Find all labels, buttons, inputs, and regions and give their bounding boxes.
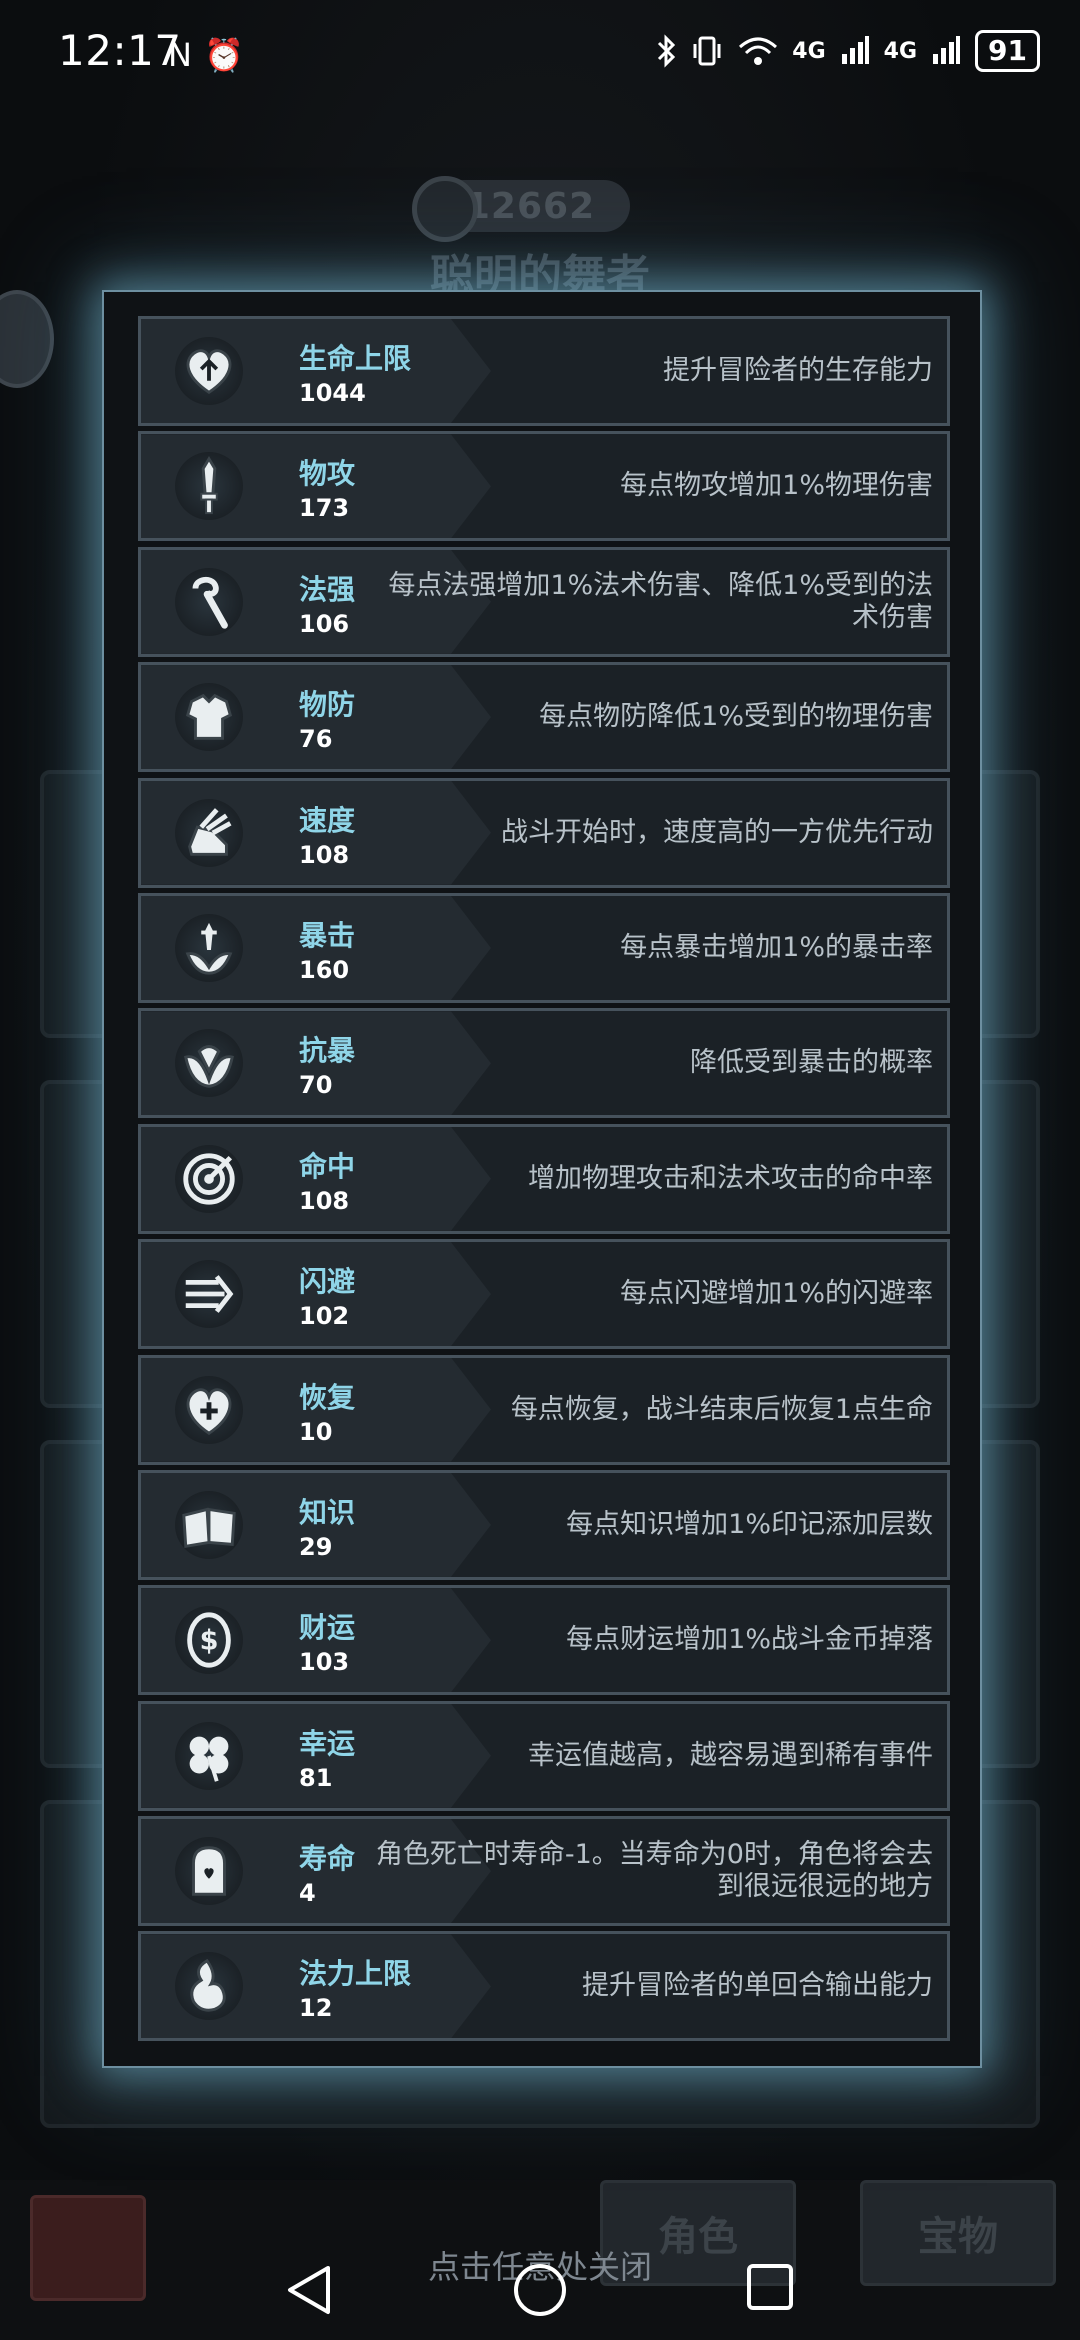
stat-description: 提升冒险者的单回合输出能力 [582,1970,933,2002]
stat-name: 幸运 [299,1726,356,1760]
stat-value: 12 [299,1994,333,2023]
stat-name: 财运 [299,1611,356,1645]
stat-name: 闪避 [299,1265,356,1299]
status-bar: 12:17 N ⏰ 4G 4G 91 [0,0,1080,104]
signal-bars-icon [933,36,961,64]
stat-description: 每点闪避增加1%的闪避率 [620,1278,933,1310]
status-left-icons: N ⏰ [168,36,244,74]
stat-name: 恢复 [299,1380,356,1414]
screen[interactable]: 12662 聪明的舞者 角色 宝物 12:17 N ⏰ 4G 4G 91 生命上… [0,0,1080,2340]
status-time: 12:17 [58,26,182,75]
stat-row: $ 财运 103 每点财运增加1%战斗金币掉落 [138,1585,950,1696]
heart-plus-icon [175,1375,243,1444]
battery-level: 91 [975,30,1040,72]
stat-row: 幸运 81 幸运值越高，越容易遇到稀有事件 [138,1700,950,1811]
tombstone-icon [175,1837,243,1906]
stat-name: 法强 [299,572,356,606]
target-icon [412,176,478,242]
alarm-icon: ⏰ [203,36,244,74]
stat-name: 寿命 [299,1842,356,1876]
armor-icon [175,683,243,752]
navigation-bar [0,2220,1080,2340]
stat-description: 每点暴击增加1%的暴击率 [620,931,933,963]
home-icon[interactable] [512,2262,568,2318]
background-score: 12662 [464,185,596,227]
svg-text:$: $ [200,1626,219,1657]
background-score-badge: 12662 [412,176,630,242]
attribute-modal: 生命上限 1044 提升冒险者的生存能力 物攻 173 每点物攻增加1%物理伤害 法强 106… [102,290,982,2068]
winged-boot-icon [175,798,243,867]
stat-description: 每点知识增加1%印记添加层数 [566,1508,933,1540]
signal-bars-icon [841,36,869,64]
book-icon [175,1490,243,1559]
stat-row: 知识 29 每点知识增加1%印记添加层数 [138,1469,950,1580]
stat-name: 抗暴 [299,1034,356,1068]
stat-value: 81 [299,1763,333,1792]
stat-row: 物防 76 每点物防降低1%受到的物理伤害 [138,662,950,773]
stat-row: 寿命 4 角色死亡时寿命-1。当寿命为0时，角色将会去到很远很远的地方 [138,1816,950,1927]
stat-name: 物防 [299,688,356,722]
stat-value: 173 [299,494,350,523]
stat-value: 76 [299,725,333,754]
heart-arrow-icon [175,337,243,405]
bluetooth-icon [658,34,676,68]
status-right-icons: 4G 4G 91 [656,30,1040,72]
stat-row: 物攻 173 每点物攻增加1%物理伤害 [138,431,950,542]
stat-list: 生命上限 1044 提升冒险者的生存能力 物攻 173 每点物攻增加1%物理伤害 法强 106… [138,316,950,2047]
mana-drop-icon [175,1952,243,2021]
stat-row: 暴击 160 每点暴击增加1%的暴击率 [138,892,950,1003]
stat-description: 幸运值越高，越容易遇到稀有事件 [528,1739,933,1771]
stat-row: 生命上限 1044 提升冒险者的生存能力 [138,316,950,426]
stat-description: 每点恢复，战斗结束后恢复1点生命 [510,1393,933,1425]
stat-row: 恢复 10 每点恢复，战斗结束后恢复1点生命 [138,1354,950,1465]
target-icon [175,1144,243,1213]
wifi-icon [739,37,778,65]
stat-value: 1044 [299,379,366,407]
dodge-arrows-icon [175,1260,243,1329]
stat-name: 知识 [299,1495,356,1529]
back-icon[interactable] [282,2262,336,2318]
stat-value: 102 [299,1302,350,1331]
stat-row: 法力上限 12 提升冒险者的单回合输出能力 [138,1931,950,2042]
stat-row: 闪避 102 每点闪避增加1%的闪避率 [138,1239,950,1350]
stat-name: 暴击 [299,918,356,952]
stat-description: 增加物理攻击和法术攻击的命中率 [528,1162,933,1194]
stat-value: 4 [299,1879,316,1908]
nfc-icon: N [168,36,192,74]
stat-value: 29 [299,1532,333,1561]
coin-icon: $ [175,1606,243,1675]
vibrate-icon [693,36,721,66]
signal-4g-icon: 4G [792,38,826,64]
stat-description: 降低受到暴击的概率 [690,1047,933,1079]
stat-name: 速度 [299,803,356,837]
stat-row: 法强 106 每点法强增加1%法术伤害、降低1%受到的法术伤害 [138,546,950,657]
stat-description: 每点法强增加1%法术伤害、降低1%受到的法术伤害 [388,569,933,633]
stat-description: 每点物防降低1%受到的物理伤害 [539,701,933,733]
stat-value: 106 [299,609,350,638]
signal-4g-icon: 4G [883,38,918,64]
stat-name: 物攻 [299,457,356,491]
critical-strike-icon [175,913,243,982]
stat-name: 命中 [299,1149,356,1183]
sword-icon [175,452,243,521]
stat-value: 70 [299,1071,333,1100]
stat-value: 103 [299,1648,350,1677]
stat-value: 10 [299,1417,333,1446]
stat-description: 战斗开始时，速度高的一方优先行动 [501,816,933,848]
stat-row: 速度 108 战斗开始时，速度高的一方优先行动 [138,777,950,888]
background-avatar [0,290,54,388]
clover-icon [175,1721,243,1790]
stat-value: 108 [299,1186,350,1215]
stat-value: 160 [299,955,350,984]
recents-icon[interactable] [745,2262,795,2312]
stat-description: 提升冒险者的生存能力 [663,355,933,386]
stat-description: 每点财运增加1%战斗金币掉落 [566,1624,933,1656]
stat-row: 命中 108 增加物理攻击和法术攻击的命中率 [138,1123,950,1234]
stat-row: 抗暴 70 降低受到暴击的概率 [138,1008,950,1119]
stat-description: 角色死亡时寿命-1。当寿命为0时，角色将会去到很远很远的地方 [375,1839,933,1903]
crit-resist-icon [175,1029,243,1098]
stat-value: 108 [299,840,350,869]
stat-description: 每点物攻增加1%物理伤害 [620,470,933,502]
staff-icon [175,567,243,636]
